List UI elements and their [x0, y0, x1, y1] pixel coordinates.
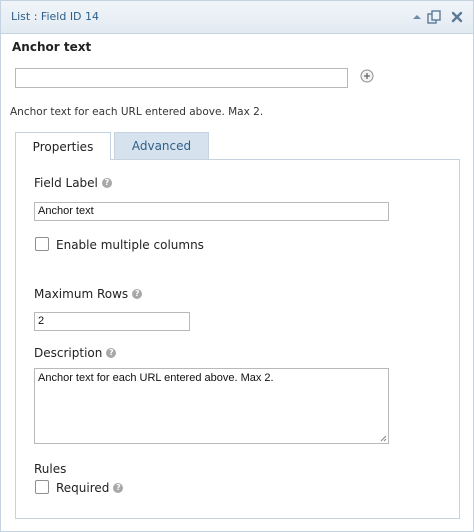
help-icon[interactable]: ?: [113, 483, 124, 493]
resize-grip-icon[interactable]: [379, 434, 387, 442]
field-titlebar: List : Field ID 14: [1, 1, 473, 34]
description-textarea[interactable]: Anchor text for each URL entered above. …: [34, 368, 389, 444]
collapse-arrow-icon[interactable]: [409, 9, 425, 25]
duplicate-icon[interactable]: [426, 9, 442, 25]
description-value: Anchor text for each URL entered above. …: [38, 372, 274, 384]
enable-multiple-columns-checkbox[interactable]: [35, 237, 49, 251]
add-row-icon[interactable]: [359, 68, 375, 84]
field-label-input[interactable]: Anchor text: [34, 202, 389, 221]
maximum-rows-input[interactable]: 2: [34, 312, 190, 331]
field-label-heading: Field Label ?: [34, 176, 112, 190]
description-heading: Description ?: [34, 346, 117, 360]
required-label[interactable]: Required: [56, 481, 109, 495]
help-icon[interactable]: ?: [106, 348, 117, 358]
rules-heading: Rules: [34, 462, 67, 476]
maximum-rows-heading: Maximum Rows ?: [34, 287, 143, 301]
required-label-group: Required ?: [56, 481, 124, 495]
help-icon[interactable]: ?: [101, 178, 112, 188]
description-text: Description: [34, 346, 103, 360]
field-label-text: Field Label: [34, 176, 98, 190]
properties-tab-panel: Field Label ? Anchor text Enable multipl…: [15, 159, 460, 519]
field-preview-description: Anchor text for each URL entered above. …: [10, 106, 264, 118]
tab-advanced[interactable]: Advanced: [114, 132, 209, 159]
help-icon[interactable]: ?: [132, 289, 143, 299]
maximum-rows-text: Maximum Rows: [34, 287, 129, 301]
field-settings-panel: List : Field ID 14 Anchor text Anchor te…: [0, 0, 474, 532]
tab-properties[interactable]: Properties: [15, 132, 111, 160]
enable-multiple-columns-label[interactable]: Enable multiple columns: [56, 238, 204, 252]
field-preview-input[interactable]: [15, 68, 348, 88]
field-preview-label: Anchor text: [12, 40, 92, 54]
delete-icon[interactable]: [449, 9, 465, 25]
field-title: List : Field ID 14: [11, 10, 100, 23]
required-checkbox[interactable]: [35, 480, 49, 494]
